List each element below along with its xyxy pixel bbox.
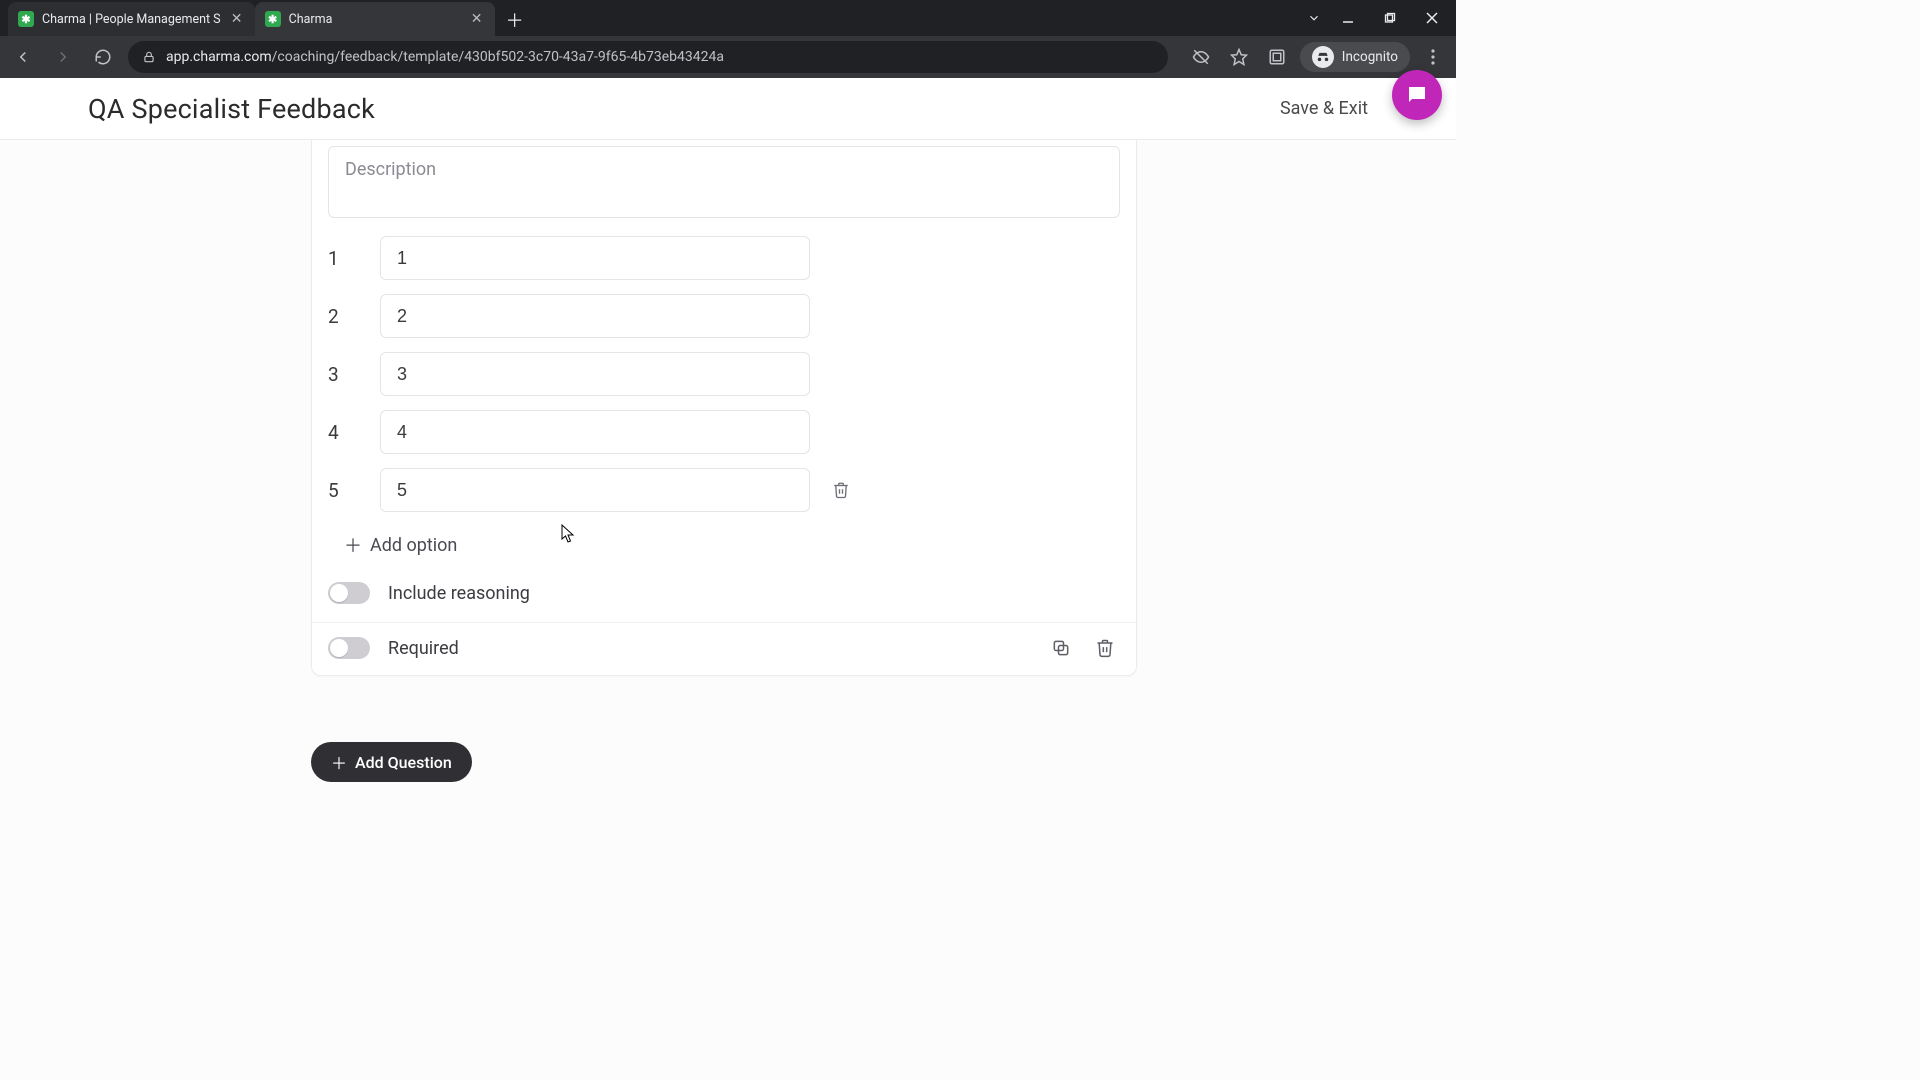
reload-button[interactable] (88, 42, 118, 72)
tab-title: Charma (289, 12, 461, 27)
required-toggle[interactable] (328, 637, 370, 659)
tabs-overflow-icon[interactable] (1304, 11, 1324, 25)
browser-tab-active[interactable]: ✱ Charma ✕ (255, 2, 495, 36)
option-number: 4 (328, 421, 356, 444)
add-option-label: Add option (370, 535, 457, 556)
forward-button[interactable] (48, 42, 78, 72)
option-input[interactable] (380, 352, 810, 396)
browser-toolbar: app.charma.com/coaching/feedback/templat… (0, 36, 1456, 78)
option-row: 5 (328, 468, 1120, 512)
add-question-button[interactable]: ＋ Add Question (311, 742, 472, 782)
address-bar[interactable]: app.charma.com/coaching/feedback/templat… (128, 41, 1168, 73)
incognito-icon (1312, 46, 1334, 68)
question-card: Description 1 2 3 4 5 (311, 140, 1137, 676)
option-input[interactable] (380, 410, 810, 454)
description-input[interactable]: Description (328, 146, 1120, 218)
help-chat-fab[interactable] (1392, 70, 1442, 120)
favicon-icon: ✱ (265, 11, 281, 27)
maximize-icon[interactable] (1372, 4, 1408, 32)
window-controls (1304, 0, 1456, 36)
options-list: 1 2 3 4 5 (312, 236, 1136, 512)
url-text: app.charma.com/coaching/feedback/templat… (166, 49, 724, 65)
trash-icon (832, 481, 850, 499)
incognito-chip[interactable]: Incognito (1300, 42, 1410, 72)
option-row: 2 (328, 294, 1120, 338)
option-input[interactable] (380, 294, 810, 338)
duplicate-button[interactable] (1050, 637, 1072, 659)
chat-icon (1405, 83, 1429, 107)
tab-title: Charma | People Management S (42, 12, 221, 27)
browser-tab[interactable]: ✱ Charma | People Management S ✕ (8, 2, 255, 36)
required-row: Required (328, 637, 459, 659)
close-icon[interactable]: ✕ (229, 11, 245, 27)
option-number: 2 (328, 305, 356, 328)
plus-icon: ＋ (344, 532, 362, 558)
description-placeholder: Description (345, 159, 436, 180)
option-input[interactable] (380, 236, 810, 280)
include-reasoning-toggle[interactable] (328, 582, 370, 604)
delete-question-button[interactable] (1094, 637, 1116, 659)
lock-icon (142, 50, 156, 64)
favicon-icon: ✱ (18, 11, 34, 27)
include-reasoning-label: Include reasoning (388, 583, 530, 604)
close-window-icon[interactable] (1414, 4, 1450, 32)
minimize-icon[interactable] (1330, 4, 1366, 32)
card-actions (1050, 637, 1116, 659)
tracking-eye-off-icon[interactable] (1186, 42, 1216, 72)
card-footer: Required (312, 622, 1136, 675)
option-number: 5 (328, 479, 356, 502)
option-number: 3 (328, 363, 356, 386)
required-label: Required (388, 638, 459, 659)
app-header: QA Specialist Feedback Save & Exit (0, 78, 1456, 140)
option-row: 4 (328, 410, 1120, 454)
save-exit-button[interactable]: Save & Exit (1280, 98, 1368, 119)
incognito-label: Incognito (1342, 49, 1398, 65)
tabstrip: ✱ Charma | People Management S ✕ ✱ Charm… (0, 0, 1456, 36)
page-title: QA Specialist Feedback (88, 93, 375, 125)
kebab-menu-icon[interactable] (1418, 42, 1448, 72)
delete-option-button[interactable] (830, 479, 852, 501)
include-reasoning-row: Include reasoning (312, 572, 1136, 614)
add-option-button[interactable]: ＋ Add option (344, 532, 1120, 558)
add-question-label: Add Question (355, 753, 452, 772)
option-row: 1 (328, 236, 1120, 280)
option-row: 3 (328, 352, 1120, 396)
option-number: 1 (328, 247, 356, 270)
trash-icon (1095, 638, 1115, 658)
copy-icon (1051, 638, 1071, 658)
plus-icon: ＋ (331, 750, 347, 774)
option-input[interactable] (380, 468, 810, 512)
close-icon[interactable]: ✕ (469, 11, 485, 27)
back-button[interactable] (8, 42, 38, 72)
browser-chrome: ✱ Charma | People Management S ✕ ✱ Charm… (0, 0, 1456, 78)
new-tab-button[interactable]: ＋ (501, 6, 529, 34)
install-app-icon[interactable] (1262, 42, 1292, 72)
bookmark-star-icon[interactable] (1224, 42, 1254, 72)
